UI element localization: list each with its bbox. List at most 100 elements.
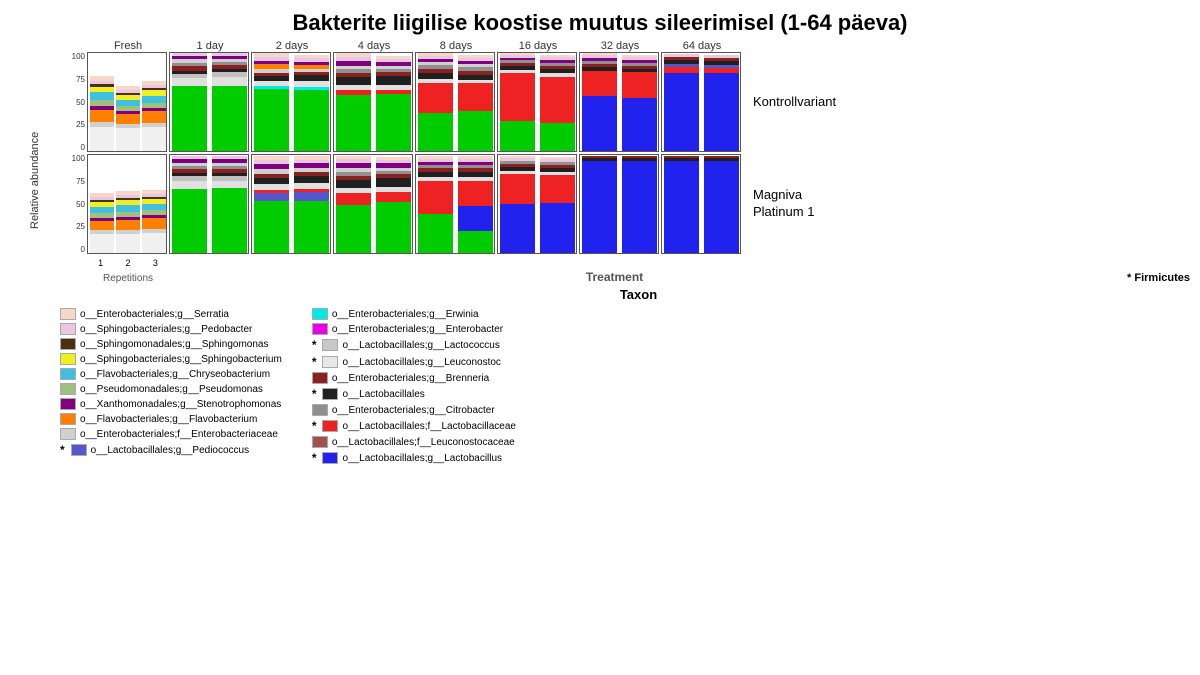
- bar-8days-1-row2: [418, 156, 453, 253]
- legend-color-lactobacillales: [322, 388, 338, 400]
- legend-item-enterobacter: o__Enterobacteriales;g__Enterobacter: [312, 323, 516, 335]
- bar-fresh-1-row2: [90, 193, 114, 253]
- bar-8days-2-row1: [458, 55, 493, 151]
- legend-color-lactobacillaceae: [322, 420, 338, 432]
- legend-color-flavobacterium: [60, 413, 76, 425]
- firmicutes-label: * Firmicutes: [1127, 272, 1190, 284]
- chart-8days-row2: [415, 154, 495, 254]
- legend-item-pedobacter: o__Sphingobacteriales;g__Pedobacter: [60, 323, 282, 335]
- bar-64days-2-row2: [704, 156, 739, 253]
- legend-item-leuconostoc: * o__Lactobacillales;g__Leuconostoc: [312, 355, 516, 369]
- legend-item-flavobacterium: o__Flavobacteriales;g__Flavobacterium: [60, 413, 282, 425]
- legend-color-citrobacter: [312, 404, 328, 416]
- chart-2days-row2: [251, 154, 331, 254]
- legend-color-pediococcus: [71, 444, 87, 456]
- bar-4days-2-row1: [376, 56, 411, 151]
- legend-item-pediococcus: * o__Lactobacillales;g__Pediococcus: [60, 443, 282, 457]
- bar-fresh-2-row1: [116, 86, 140, 151]
- main-title: Bakterite liigilise koostise muutus sile…: [0, 0, 1200, 36]
- bar-64days-1-row1: [664, 54, 699, 151]
- taxon-label: Taxon: [620, 287, 657, 302]
- legend-color-lactobacillus: [322, 452, 338, 464]
- x-tick-3: 3: [153, 258, 158, 268]
- row-label-magniva: MagnivaPlatinum 1: [753, 187, 814, 221]
- bar-32days-2-row1: [622, 55, 657, 151]
- bar-2days-1-row1: [254, 53, 289, 151]
- bar-16days-1-row2: [500, 156, 535, 253]
- chart-4days-row1: [333, 52, 413, 152]
- legend-color-brenneria: [312, 372, 328, 384]
- legend-item-leuconostocaceae: o__Lactobacillales;f__Leuconostocaceae: [312, 436, 516, 448]
- chart-1day-row2: [169, 154, 249, 254]
- legend-item-brenneria: o__Enterobacteriales;g__Brenneria: [312, 372, 516, 384]
- legend-color-chryseobacterium: [60, 368, 76, 380]
- bar-fresh-3-row1: [142, 81, 166, 151]
- legend-item-enterobacteriaceae: o__Enterobacteriales;f__Enterobacteriace…: [60, 428, 282, 440]
- chart-8days-row1: [415, 52, 495, 152]
- legend-color-enterobacter: [312, 323, 328, 335]
- bar-64days-2-row1: [704, 55, 739, 151]
- legend-item-serratia: o__Enterobacteriales;g__Serratia: [60, 308, 282, 320]
- chart-64days-row1: [661, 52, 741, 152]
- chart-fresh-row2: [87, 154, 167, 254]
- y-axis-label: Relative abundance: [30, 70, 41, 290]
- chart-2days-row1: [251, 52, 331, 152]
- legend-item-chryseobacterium: o__Flavobacteriales;g__Chryseobacterium: [60, 368, 282, 380]
- row-magniva: 100 75 50 25 0: [43, 154, 1190, 254]
- legend-col-right: o__Enterobacteriales;g__Erwinia o__Enter…: [312, 308, 516, 465]
- bar-16days-1-row1: [500, 53, 535, 151]
- chart-32days-row2: [579, 154, 659, 254]
- time-label-4days: 4 days: [333, 40, 415, 52]
- legend-area: o__Enterobacteriales;g__Serratia o__Sphi…: [0, 304, 1200, 465]
- legend-color-lactococcus: [322, 339, 338, 351]
- chart-32days-row1: [579, 52, 659, 152]
- chart-4days-row2: [333, 154, 413, 254]
- legend-color-pseudomonas: [60, 383, 76, 395]
- bar-2days-1-row2: [254, 156, 289, 253]
- chart-1day-row1: [169, 52, 249, 152]
- legend-item-pseudomonas: o__Pseudomonadales;g__Pseudomonas: [60, 383, 282, 395]
- bar-8days-1-row1: [418, 53, 453, 151]
- x-tick-1: 1: [98, 258, 103, 268]
- bar-1day-2-row2: [212, 156, 247, 253]
- legend-col-left: o__Enterobacteriales;g__Serratia o__Sphi…: [60, 308, 282, 465]
- legend-color-leuconostocaceae: [312, 436, 328, 448]
- legend-color-enterobacteriaceae: [60, 428, 76, 440]
- bar-4days-1-row2: [336, 156, 371, 253]
- legend-item-citrobacter: o__Enterobacteriales;g__Citrobacter: [312, 404, 516, 416]
- time-label-64days: 64 days: [661, 40, 743, 52]
- legend-color-stenotrophomonas: [60, 398, 76, 410]
- time-label-32days: 32 days: [579, 40, 661, 52]
- bar-4days-1-row1: [336, 53, 371, 151]
- legend-item-lactococcus: * o__Lactobacillales;g__Lactococcus: [312, 338, 516, 352]
- time-label-fresh: Fresh: [87, 40, 169, 52]
- bar-fresh-2-row2: [116, 191, 140, 253]
- bar-64days-1-row2: [664, 156, 699, 253]
- bar-1day-1-row2: [172, 156, 207, 253]
- bar-fresh-1-row1: [90, 76, 114, 151]
- chart-16days-row2: [497, 154, 577, 254]
- time-label-16days: 16 days: [497, 40, 579, 52]
- legend-item-lactobacillus: * o__Lactobacillales;g__Lactobacillus: [312, 451, 516, 465]
- treatment-label: Treatment: [586, 270, 643, 284]
- chart-64days-row2: [661, 154, 741, 254]
- legend-color-sphingomonas: [60, 338, 76, 350]
- bar-16days-2-row1: [540, 55, 575, 151]
- bar-1day-1-row1: [172, 53, 207, 151]
- bar-32days-2-row2: [622, 156, 657, 253]
- bar-2days-2-row2: [294, 156, 329, 253]
- row-kontrollvariant: 100 75 50 25 0: [43, 52, 1190, 152]
- legend-item-sphingomonas: o__Sphingomonadales;g__Sphingomonas: [60, 338, 282, 350]
- legend-item-stenotrophomonas: o__Xanthomonadales;g__Stenotrophomonas: [60, 398, 282, 410]
- row-label-kontrollvariant: Kontrollvariant: [753, 94, 836, 111]
- x-tick-2: 2: [125, 258, 130, 268]
- legend-color-pedobacter: [60, 323, 76, 335]
- legend-item-lactobacillaceae: * o__Lactobacillales;f__Lactobacillaceae: [312, 419, 516, 433]
- legend-item-lactobacillales: * o__Lactobacillales: [312, 387, 516, 401]
- repetitions-label: Repetitions: [103, 273, 153, 284]
- bar-1day-2-row1: [212, 53, 247, 151]
- bar-32days-1-row2: [582, 156, 617, 253]
- legend-item-erwinia: o__Enterobacteriales;g__Erwinia: [312, 308, 516, 320]
- chart-16days-row1: [497, 52, 577, 152]
- time-label-2days: 2 days: [251, 40, 333, 52]
